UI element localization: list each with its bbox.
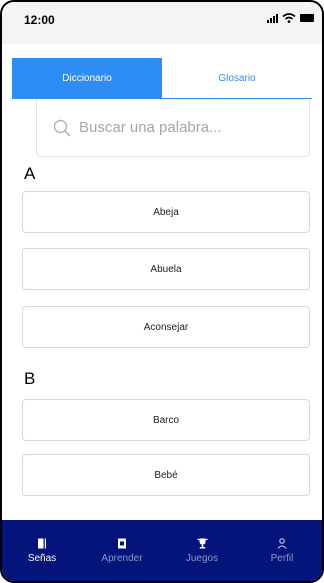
word-item-abeja[interactable]: Abeja [22,191,310,233]
section-letter-a: A [24,164,36,183]
word-item-aconsejar[interactable]: Aconsejar [22,306,310,348]
book-icon [38,538,46,548]
signal-icon [267,13,278,23]
search-input[interactable] [79,119,279,136]
word-item-barco[interactable]: Barco [22,399,310,441]
nav-label-senas: Señas [27,552,57,564]
bottom-nav: Señas Aprender Juegos Perfil [2,520,322,581]
word-item-bebe[interactable]: Bebé [22,454,310,496]
status-icons [267,13,314,23]
status-bar: 12:00 [2,2,322,44]
search-icon [53,119,71,137]
nav-label-juegos: Juegos [185,552,219,564]
trophy-icon [197,538,207,548]
battery-icon [300,14,314,22]
nav-item-senas[interactable]: Señas [17,538,67,564]
nav-label-perfil: Perfil [270,552,294,564]
nav-label-aprender: Aprender [101,552,143,564]
word-item-abuela[interactable]: Abuela [22,248,310,290]
section-letter-b: B [24,369,36,388]
status-time: 12:00 [24,13,55,27]
tab-diccionario[interactable]: Diccionario [12,58,162,99]
learn-icon [118,538,126,548]
tab-bar: Diccionario Glosario [12,58,312,99]
nav-item-juegos[interactable]: Juegos [177,538,227,564]
search-box [36,99,310,157]
nav-item-perfil[interactable]: Perfil [257,537,307,564]
person-icon [277,537,287,549]
wifi-icon [282,13,296,23]
nav-item-aprender[interactable]: Aprender [97,538,147,564]
tab-glosario[interactable]: Glosario [162,58,312,99]
phone-frame: 12:00 Diccionario Glosario A Abeja Abuel… [0,0,324,583]
